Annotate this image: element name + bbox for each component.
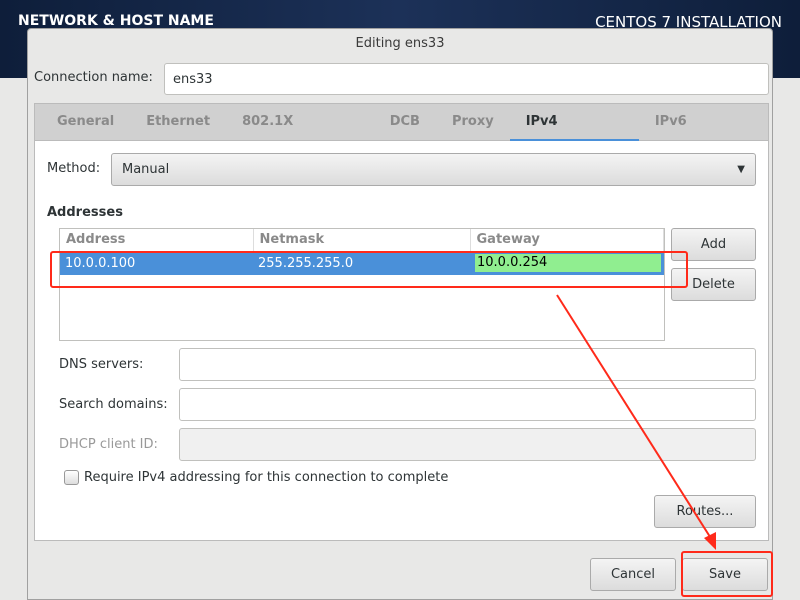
annotation-arrow [556,294,716,550]
